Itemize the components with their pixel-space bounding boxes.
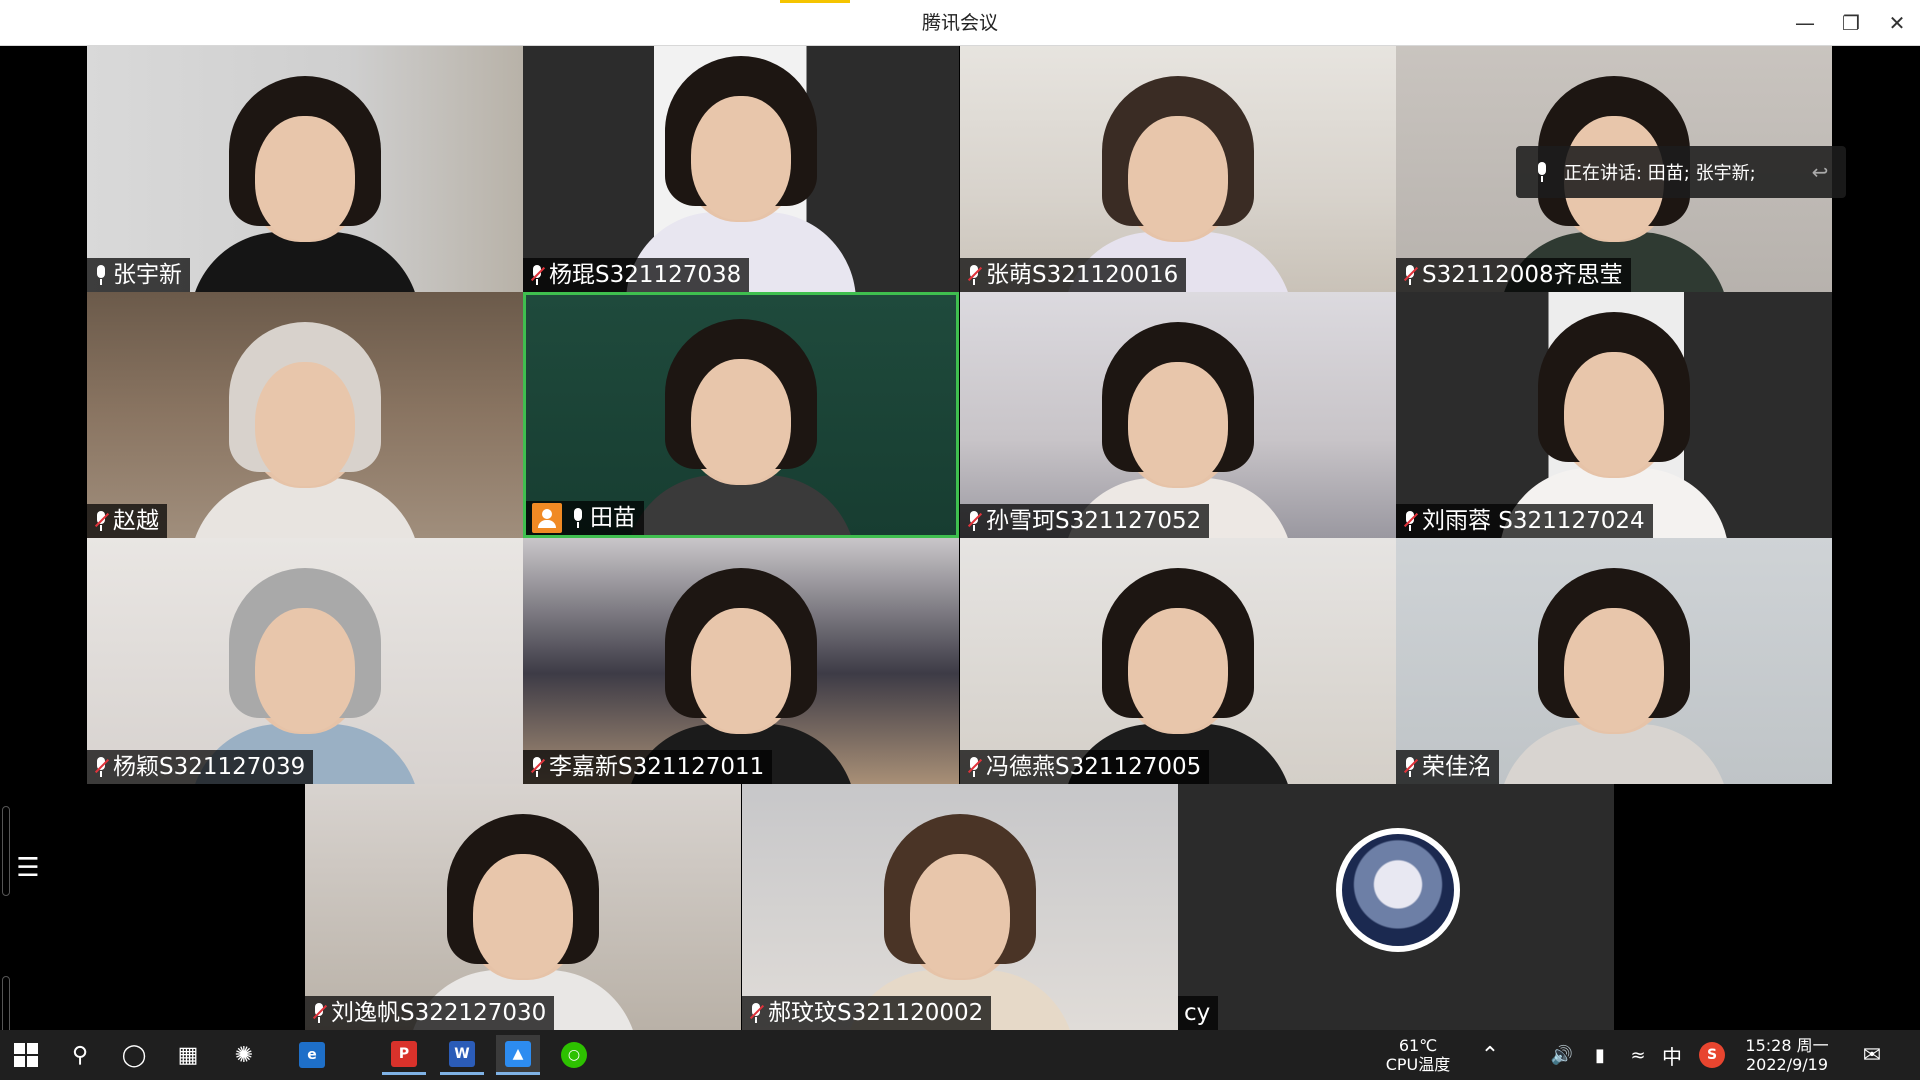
cortana-icon[interactable]: ◯ bbox=[112, 1035, 156, 1075]
mic-muted-icon bbox=[1402, 510, 1419, 532]
video-tile-camera-off[interactable]: cy bbox=[1178, 784, 1614, 1030]
participant-label: 李嘉新S321127011 bbox=[523, 750, 773, 784]
participant-name: 赵越 bbox=[113, 508, 159, 534]
participant-label: 赵越 bbox=[87, 504, 167, 538]
fan-app-icon[interactable]: ✺ bbox=[222, 1035, 266, 1075]
video-tile[interactable]: 李嘉新S321127011 bbox=[523, 538, 959, 784]
video-grid: 张宇新 杨琨S321127038 张萌S321120016 S32112008齐… bbox=[0, 46, 1920, 1066]
video-tile[interactable]: 刘雨蓉 S321127024 bbox=[1396, 292, 1832, 538]
video-tile[interactable]: 刘逸帆S322127030 bbox=[305, 784, 741, 1030]
participant-name: 田苗 bbox=[590, 505, 636, 531]
clock[interactable]: 15:28 周一 2022/9/19 bbox=[1732, 1036, 1842, 1074]
participant-name: cy bbox=[1184, 1000, 1211, 1026]
participant-label: 刘逸帆S322127030 bbox=[305, 996, 555, 1030]
wechat-icon[interactable]: ○ bbox=[552, 1035, 596, 1075]
participant-name: 张宇新 bbox=[113, 262, 182, 288]
mic-muted-icon bbox=[529, 756, 546, 778]
mic-muted-icon bbox=[311, 1002, 328, 1024]
video-tile[interactable]: 荣佳洺 bbox=[1396, 538, 1832, 784]
video-tile[interactable]: 郝玟玟S321120002 bbox=[742, 784, 1178, 1030]
task-view-icon[interactable]: ▦ bbox=[166, 1035, 210, 1075]
restore-icon[interactable]: ❐ bbox=[1828, 0, 1874, 46]
participant-name: 杨颖S321127039 bbox=[113, 754, 306, 780]
windows-start-icon[interactable] bbox=[4, 1035, 48, 1075]
notification-icon[interactable]: ✉ bbox=[1850, 1035, 1894, 1075]
tencent-meeting-icon[interactable]: ▲ bbox=[496, 1035, 540, 1075]
video-tile[interactable]: 赵越 bbox=[87, 292, 523, 538]
cpu-temp-value: 61℃ bbox=[1398, 1036, 1438, 1055]
participant-name: 李嘉新S321127011 bbox=[549, 754, 765, 780]
mic-icon bbox=[93, 264, 109, 286]
word-app-icon[interactable]: W bbox=[440, 1035, 484, 1075]
video-tile-active-speaker[interactable]: 田苗 bbox=[523, 292, 959, 538]
speaking-indicator: 正在讲话: 田苗; 张宇新; ↩ bbox=[1516, 146, 1846, 198]
mic-muted-icon bbox=[93, 510, 110, 532]
minimize-icon[interactable]: — bbox=[1782, 0, 1828, 46]
mic-muted-icon bbox=[93, 756, 110, 778]
taskbar: ⚲ ◯ ▦ ✺ e P W ▲ ○ 61℃ CPU温度 ⌃ 🔊 ▮ ≈ 中 S … bbox=[0, 1030, 1920, 1080]
participant-label: 杨琨S321127038 bbox=[523, 258, 750, 292]
video-tile[interactable]: 冯德燕S321127005 bbox=[960, 538, 1396, 784]
participant-label: 冯德燕S321127005 bbox=[960, 750, 1210, 784]
participant-name: 张萌S321120016 bbox=[986, 262, 1179, 288]
member-list-icon[interactable]: ☰ bbox=[8, 846, 48, 890]
mic-muted-icon bbox=[529, 264, 546, 286]
ie-browser-icon[interactable]: e bbox=[290, 1035, 334, 1075]
cpu-temp-label: CPU温度 bbox=[1385, 1055, 1451, 1074]
participant-label: 刘雨蓉 S321127024 bbox=[1396, 504, 1653, 538]
window-title: 腾讯会议 bbox=[921, 12, 998, 34]
avatar bbox=[1336, 828, 1460, 952]
participant-name: 刘逸帆S322127030 bbox=[331, 1000, 547, 1026]
mic-muted-icon bbox=[748, 1002, 765, 1024]
clock-date: 2022/9/19 bbox=[1745, 1055, 1829, 1074]
close-icon[interactable]: ✕ bbox=[1874, 0, 1920, 46]
search-icon[interactable]: ⚲ bbox=[58, 1035, 102, 1075]
mic-icon bbox=[1534, 161, 1550, 183]
host-icon bbox=[532, 503, 562, 533]
participant-name: 冯德燕S321127005 bbox=[986, 754, 1202, 780]
clock-time: 15:28 周一 bbox=[1745, 1036, 1829, 1055]
participant-label: 田苗 bbox=[526, 501, 644, 535]
participant-name: 杨琨S321127038 bbox=[549, 262, 742, 288]
participant-name: 刘雨蓉 S321127024 bbox=[1422, 508, 1645, 534]
mic-muted-icon bbox=[966, 756, 983, 778]
participant-label: 张萌S321120016 bbox=[960, 258, 1187, 292]
video-tile[interactable]: 杨颖S321127039 bbox=[87, 538, 523, 784]
participant-label: 张宇新 bbox=[87, 258, 190, 292]
mic-muted-icon bbox=[1402, 756, 1419, 778]
mic-muted-icon bbox=[966, 264, 983, 286]
participant-label: 荣佳洺 bbox=[1396, 750, 1499, 784]
sogou-input-icon[interactable]: S bbox=[1690, 1035, 1734, 1075]
mic-icon bbox=[570, 507, 586, 529]
title-bar: 腾讯会议 — ❐ ✕ bbox=[0, 0, 1920, 46]
participant-name: 郝玟玟S321120002 bbox=[768, 1000, 984, 1026]
participant-name: S32112008齐思莹 bbox=[1422, 262, 1623, 288]
participant-label: 孙雪珂S321127052 bbox=[960, 504, 1210, 538]
participant-label: 郝玟玟S321120002 bbox=[742, 996, 992, 1030]
speaking-text: 正在讲话: 田苗; 张宇新; bbox=[1564, 163, 1756, 184]
video-tile[interactable]: 张宇新 bbox=[87, 46, 523, 292]
mic-muted-icon bbox=[1402, 264, 1419, 286]
pdf-app-icon[interactable]: P bbox=[382, 1035, 426, 1075]
video-tile[interactable]: 张萌S321120016 bbox=[960, 46, 1396, 292]
mic-muted-icon bbox=[966, 510, 983, 532]
participant-label: S32112008齐思莹 bbox=[1396, 258, 1631, 292]
video-tile[interactable]: 孙雪珂S321127052 bbox=[960, 292, 1396, 538]
chevron-up-icon[interactable]: ⌃ bbox=[1468, 1035, 1512, 1075]
cpu-temperature: 61℃ CPU温度 bbox=[1378, 1036, 1458, 1074]
participant-label: 杨颖S321127039 bbox=[87, 750, 314, 784]
video-tile[interactable]: 杨琨S321127038 bbox=[523, 46, 959, 292]
participant-name: 孙雪珂S321127052 bbox=[986, 508, 1202, 534]
collapse-icon[interactable]: ↩ bbox=[1808, 160, 1832, 184]
participant-label: cy bbox=[1178, 996, 1219, 1030]
participant-name: 荣佳洺 bbox=[1422, 754, 1491, 780]
ime-indicator[interactable]: 中 bbox=[1650, 1035, 1694, 1075]
